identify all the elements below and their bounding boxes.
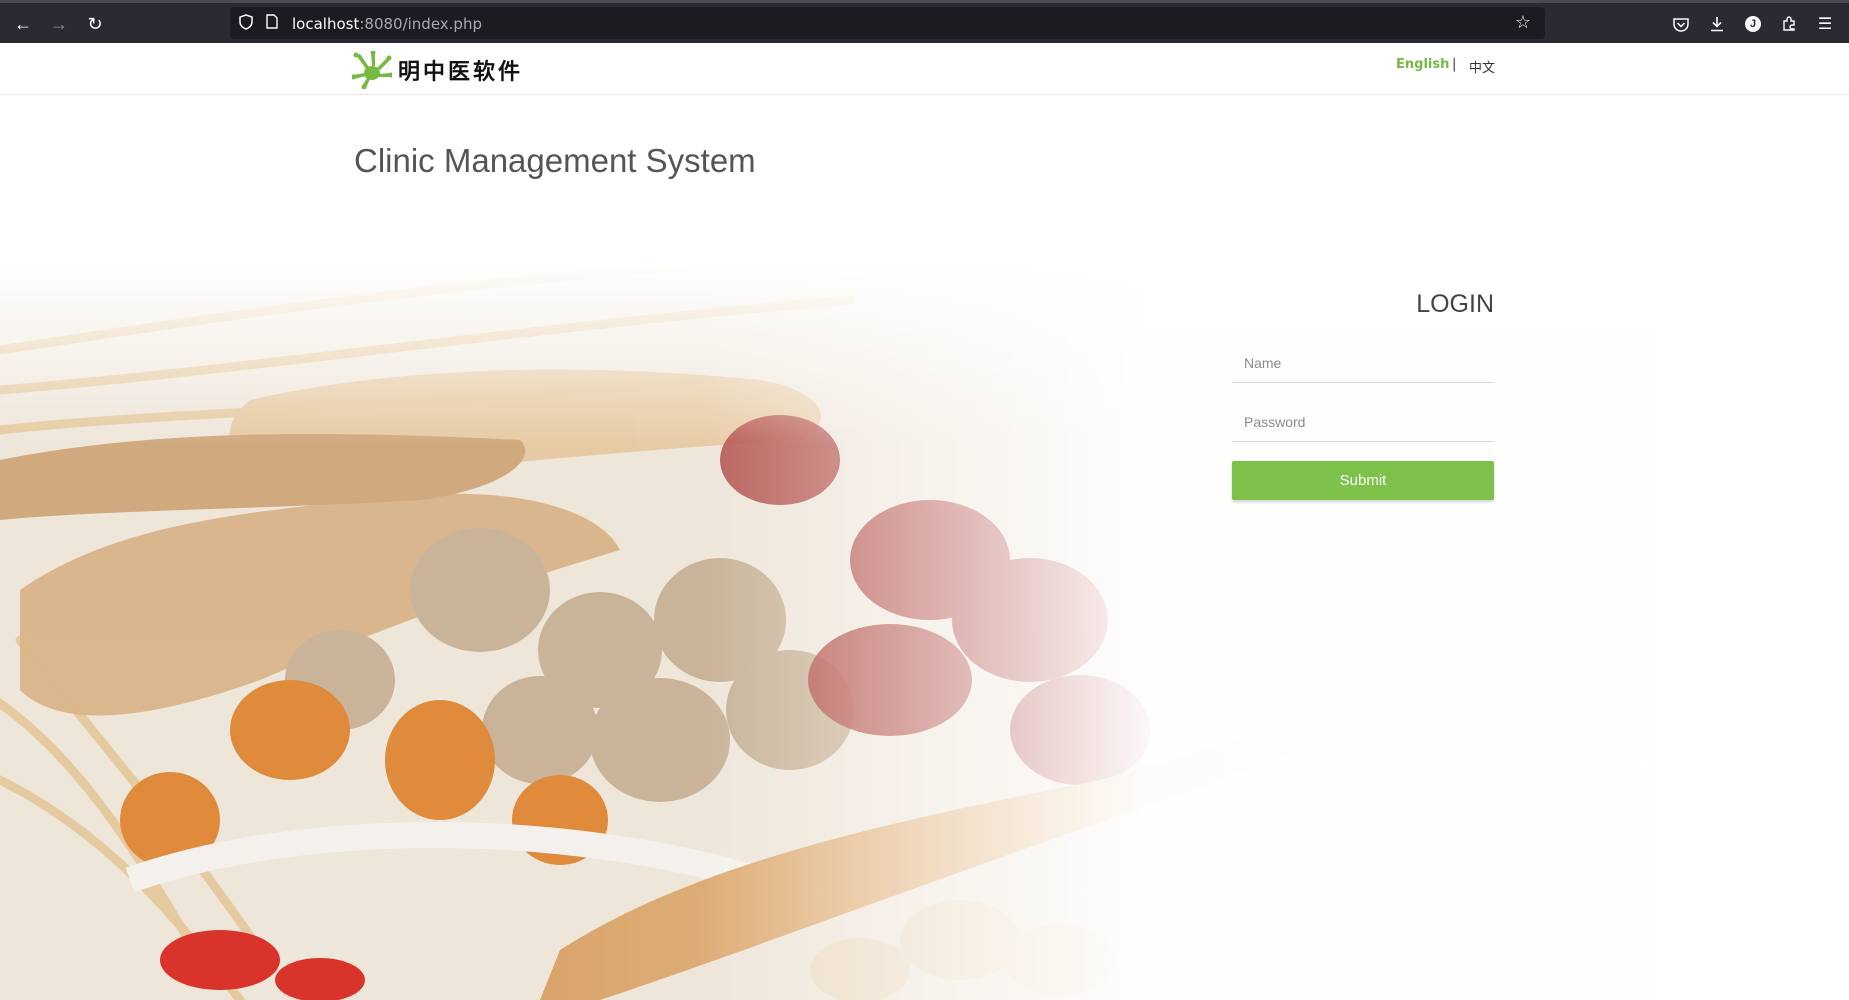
name-input[interactable] — [1232, 343, 1494, 383]
page-icon[interactable] — [266, 14, 278, 32]
bookmark-star-icon[interactable]: ☆ — [1515, 12, 1531, 33]
login-form: LOGIN Submit — [1232, 290, 1494, 500]
reload-icon[interactable]: ↻ — [82, 11, 108, 37]
language-chinese-link[interactable]: 中文 — [1469, 57, 1495, 76]
extensions-icon[interactable] — [1778, 13, 1800, 35]
browser-toolbar: ← → ↻ localhost:8080/index.php ☆ J ☰ — [0, 0, 1849, 43]
submit-button[interactable]: Submit — [1232, 461, 1494, 500]
login-heading: LOGIN — [1416, 290, 1494, 318]
forward-icon[interactable]: → — [46, 11, 72, 37]
language-english-link[interactable]: English — [1396, 57, 1449, 72]
pocket-icon[interactable] — [1670, 13, 1692, 35]
password-input[interactable] — [1232, 402, 1494, 442]
address-bar[interactable]: localhost:8080/index.php ☆ — [230, 7, 1545, 39]
url-text[interactable]: localhost:8080/index.php — [292, 15, 482, 33]
account-icon[interactable]: J — [1742, 13, 1764, 35]
shield-icon[interactable] — [239, 14, 253, 33]
herbal-background-image — [0, 260, 1849, 1000]
logo[interactable]: 明中医软件 — [352, 50, 523, 90]
logo-text: 明中医软件 — [398, 59, 524, 85]
menu-icon[interactable]: ☰ — [1814, 13, 1836, 35]
language-separator: | — [1452, 57, 1457, 72]
site-header: 明中医软件 English | 中文 — [0, 43, 1849, 95]
page-title: Clinic Management System — [354, 142, 756, 179]
logo-icon — [352, 51, 392, 89]
back-icon[interactable]: ← — [10, 11, 36, 37]
download-icon[interactable] — [1706, 13, 1728, 35]
